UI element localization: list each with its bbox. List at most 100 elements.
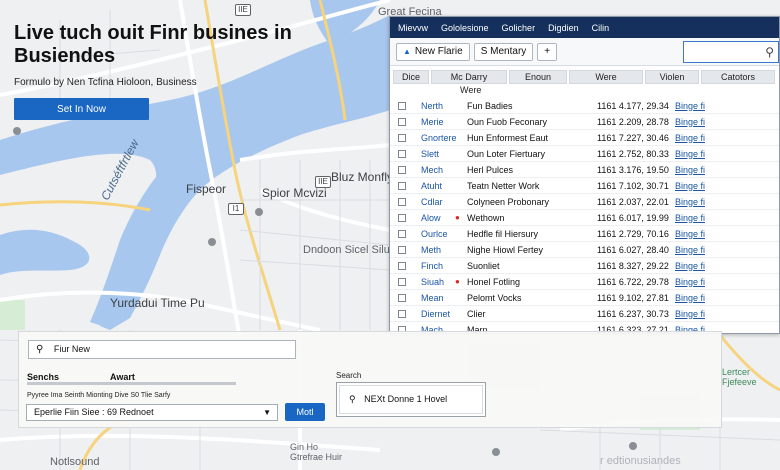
filter-select[interactable]: Eperlie Fiin Siee : 69 Rednoet ▼: [26, 404, 278, 421]
column-header[interactable]: Were: [569, 70, 643, 84]
row-description: Hun Enformest Eaut: [467, 132, 549, 143]
search-label: Search: [336, 371, 362, 380]
menu-item[interactable]: Digdien: [548, 23, 579, 33]
row-action-link[interactable]: Binge fi: [675, 149, 705, 159]
row-checkbox[interactable]: [398, 261, 406, 270]
hero-title: Live tuch ouit Finr busines in Busiendes: [14, 22, 292, 67]
row-name-link[interactable]: Siuah: [421, 277, 455, 287]
row-action-link[interactable]: Binge fi: [675, 117, 705, 127]
row-action-link[interactable]: Binge fi: [675, 293, 705, 303]
table-row[interactable]: Siuah ● Honel Fotling 1161 6.722, 29.78 Bing…: [390, 274, 779, 290]
map-label-district-2: Spior Mcvizi: [262, 186, 327, 200]
row-checkbox[interactable]: [398, 197, 406, 206]
row-action-link[interactable]: Binge fi: [675, 261, 705, 271]
row-checkbox[interactable]: [398, 133, 406, 142]
row-action-link[interactable]: Binge fi: [675, 277, 705, 287]
add-button[interactable]: +: [537, 42, 558, 61]
row-coordinates: 1161 4.177, 29.34: [597, 100, 669, 111]
row-checkbox[interactable]: [398, 213, 406, 222]
poi-marker[interactable]: [13, 127, 21, 135]
row-action-link[interactable]: Binge fi: [675, 309, 705, 319]
table-row[interactable]: Diernet Clier 1161 6.237, 30.73 Binge fi: [390, 306, 779, 322]
row-name-link[interactable]: Gnortere: [421, 133, 457, 143]
menu-item[interactable]: Gololesione: [441, 23, 489, 33]
row-action-link[interactable]: Binge fi: [675, 181, 705, 191]
row-name-link[interactable]: Nerth: [421, 101, 455, 111]
location-search-field[interactable]: ⚲ NEXt Donne 1 Hovel: [336, 382, 486, 417]
menu-item[interactable]: Mievvw: [398, 23, 428, 33]
row-name-link[interactable]: Mean: [421, 293, 455, 303]
table-row[interactable]: Cdlar Colyneen Probonary 1161 2.037, 22.01…: [390, 194, 779, 210]
table-row[interactable]: Atuht Teatn Netter Work 1161 7.102, 30.71 B…: [390, 178, 779, 194]
column-header[interactable]: Dice: [393, 70, 429, 84]
row-name-link[interactable]: Alow: [421, 213, 455, 223]
row-name-link[interactable]: Slett: [421, 149, 455, 159]
menu-item[interactable]: Golicher: [502, 23, 536, 33]
row-name-link[interactable]: Merie: [421, 117, 455, 127]
row-action-link[interactable]: Binge fi: [675, 101, 705, 111]
row-action-link[interactable]: Binge fi: [675, 133, 705, 143]
row-name-link[interactable]: Ourlce: [421, 229, 455, 239]
row-checkbox[interactable]: [398, 181, 406, 190]
row-coordinates: 1161 2.209, 28.78: [597, 116, 669, 127]
table-row[interactable]: Slett Oun Loter Fiertuary 1161 2.752, 80.3…: [390, 146, 779, 162]
poi-marker[interactable]: [208, 238, 216, 246]
row-coordinates: 1161 6.237, 30.73: [597, 308, 669, 319]
search-field[interactable]: ⚲ Fiur New: [28, 340, 296, 359]
new-file-button[interactable]: ▲ New Flarie: [396, 42, 470, 61]
row-checkbox[interactable]: [398, 229, 406, 238]
tab-senchs[interactable]: Senchs: [27, 372, 59, 382]
row-action-link[interactable]: Binge fi: [675, 165, 705, 175]
row-description: Clier: [467, 308, 486, 319]
row-checkbox[interactable]: [398, 149, 406, 158]
row-coordinates: 1161 2.037, 22.01: [597, 196, 669, 207]
table-row[interactable]: Nerth Fun Badies 1161 4.177, 29.34 Binge fi: [390, 98, 779, 114]
table-row[interactable]: Meth Nighe Hiowl Fertey 1161 6.027, 28.40 B…: [390, 242, 779, 258]
row-name-link[interactable]: Atuht: [421, 181, 455, 191]
tab-awart[interactable]: Awart: [110, 372, 135, 382]
row-action-link[interactable]: Binge fi: [675, 229, 705, 239]
row-checkbox[interactable]: [398, 293, 406, 302]
row-checkbox[interactable]: [398, 101, 406, 110]
mentary-button[interactable]: S Mentary: [473, 42, 534, 61]
poi-marker[interactable]: [492, 448, 500, 456]
search-input[interactable]: ⚲: [683, 40, 779, 63]
row-checkbox[interactable]: [398, 245, 406, 254]
row-checkbox[interactable]: [398, 165, 406, 174]
row-coordinates: 1161 3.176, 19.50: [597, 164, 669, 175]
search-icon[interactable]: ⚲: [765, 45, 774, 59]
table-row[interactable]: Ourlce Hedfle fil Hiersury 1161 2.729, 70.…: [390, 226, 779, 242]
table-row[interactable]: Gnortere Hun Enformest Eaut 1161 7.227, 30…: [390, 130, 779, 146]
row-checkbox[interactable]: [398, 117, 406, 126]
window-toolbar: ▲ New Flarie S Mentary + ⚲: [390, 38, 779, 66]
row-checkbox[interactable]: [398, 309, 406, 318]
column-header[interactable]: Enoun: [509, 70, 567, 84]
column-header[interactable]: Catotors: [701, 70, 775, 84]
column-header[interactable]: Mc Darry: [431, 70, 507, 84]
map-label-district-8: Lertcer Fjefeeve: [722, 367, 757, 387]
table-row[interactable]: Mean Pelomt Vocks 1161 9.102, 27.81 Binge f…: [390, 290, 779, 306]
table-row[interactable]: Mech Herl Pulces 1161 3.176, 19.50 Binge fi: [390, 162, 779, 178]
table-row[interactable]: Finch Suonliet 1161 8.327, 29.22 Binge fi: [390, 258, 779, 274]
poi-marker[interactable]: [629, 442, 637, 450]
row-name-link[interactable]: Finch: [421, 261, 455, 271]
search-field-value: Fiur New: [53, 344, 90, 354]
row-name-link[interactable]: Meth: [421, 245, 455, 255]
row-name-link[interactable]: Cdlar: [421, 197, 455, 207]
row-action-link[interactable]: Binge fi: [675, 213, 705, 223]
row-action-link[interactable]: Binge fi: [675, 245, 705, 255]
table-row[interactable]: Alow ● Wethown 1161 6.017, 19.99 Binge fi: [390, 210, 779, 226]
row-description: Oun Fuob Feconary: [467, 116, 548, 127]
row-checkbox[interactable]: [398, 277, 406, 286]
row-name-link[interactable]: Mech: [421, 165, 455, 175]
table-row[interactable]: Merie Oun Fuob Feconary 1161 2.209, 28.78 B…: [390, 114, 779, 130]
menu-item[interactable]: Cilin: [592, 23, 610, 33]
row-description: Colyneen Probonary: [467, 196, 550, 207]
column-header[interactable]: Violen: [645, 70, 699, 84]
row-coordinates: 1161 7.102, 30.71: [597, 180, 669, 191]
row-action-link[interactable]: Binge fi: [675, 197, 705, 207]
sign-in-button[interactable]: Set In Now: [14, 98, 149, 120]
poi-marker[interactable]: [255, 208, 263, 216]
row-name-link[interactable]: Diernet: [421, 309, 455, 319]
submit-button[interactable]: Motl: [285, 403, 325, 421]
